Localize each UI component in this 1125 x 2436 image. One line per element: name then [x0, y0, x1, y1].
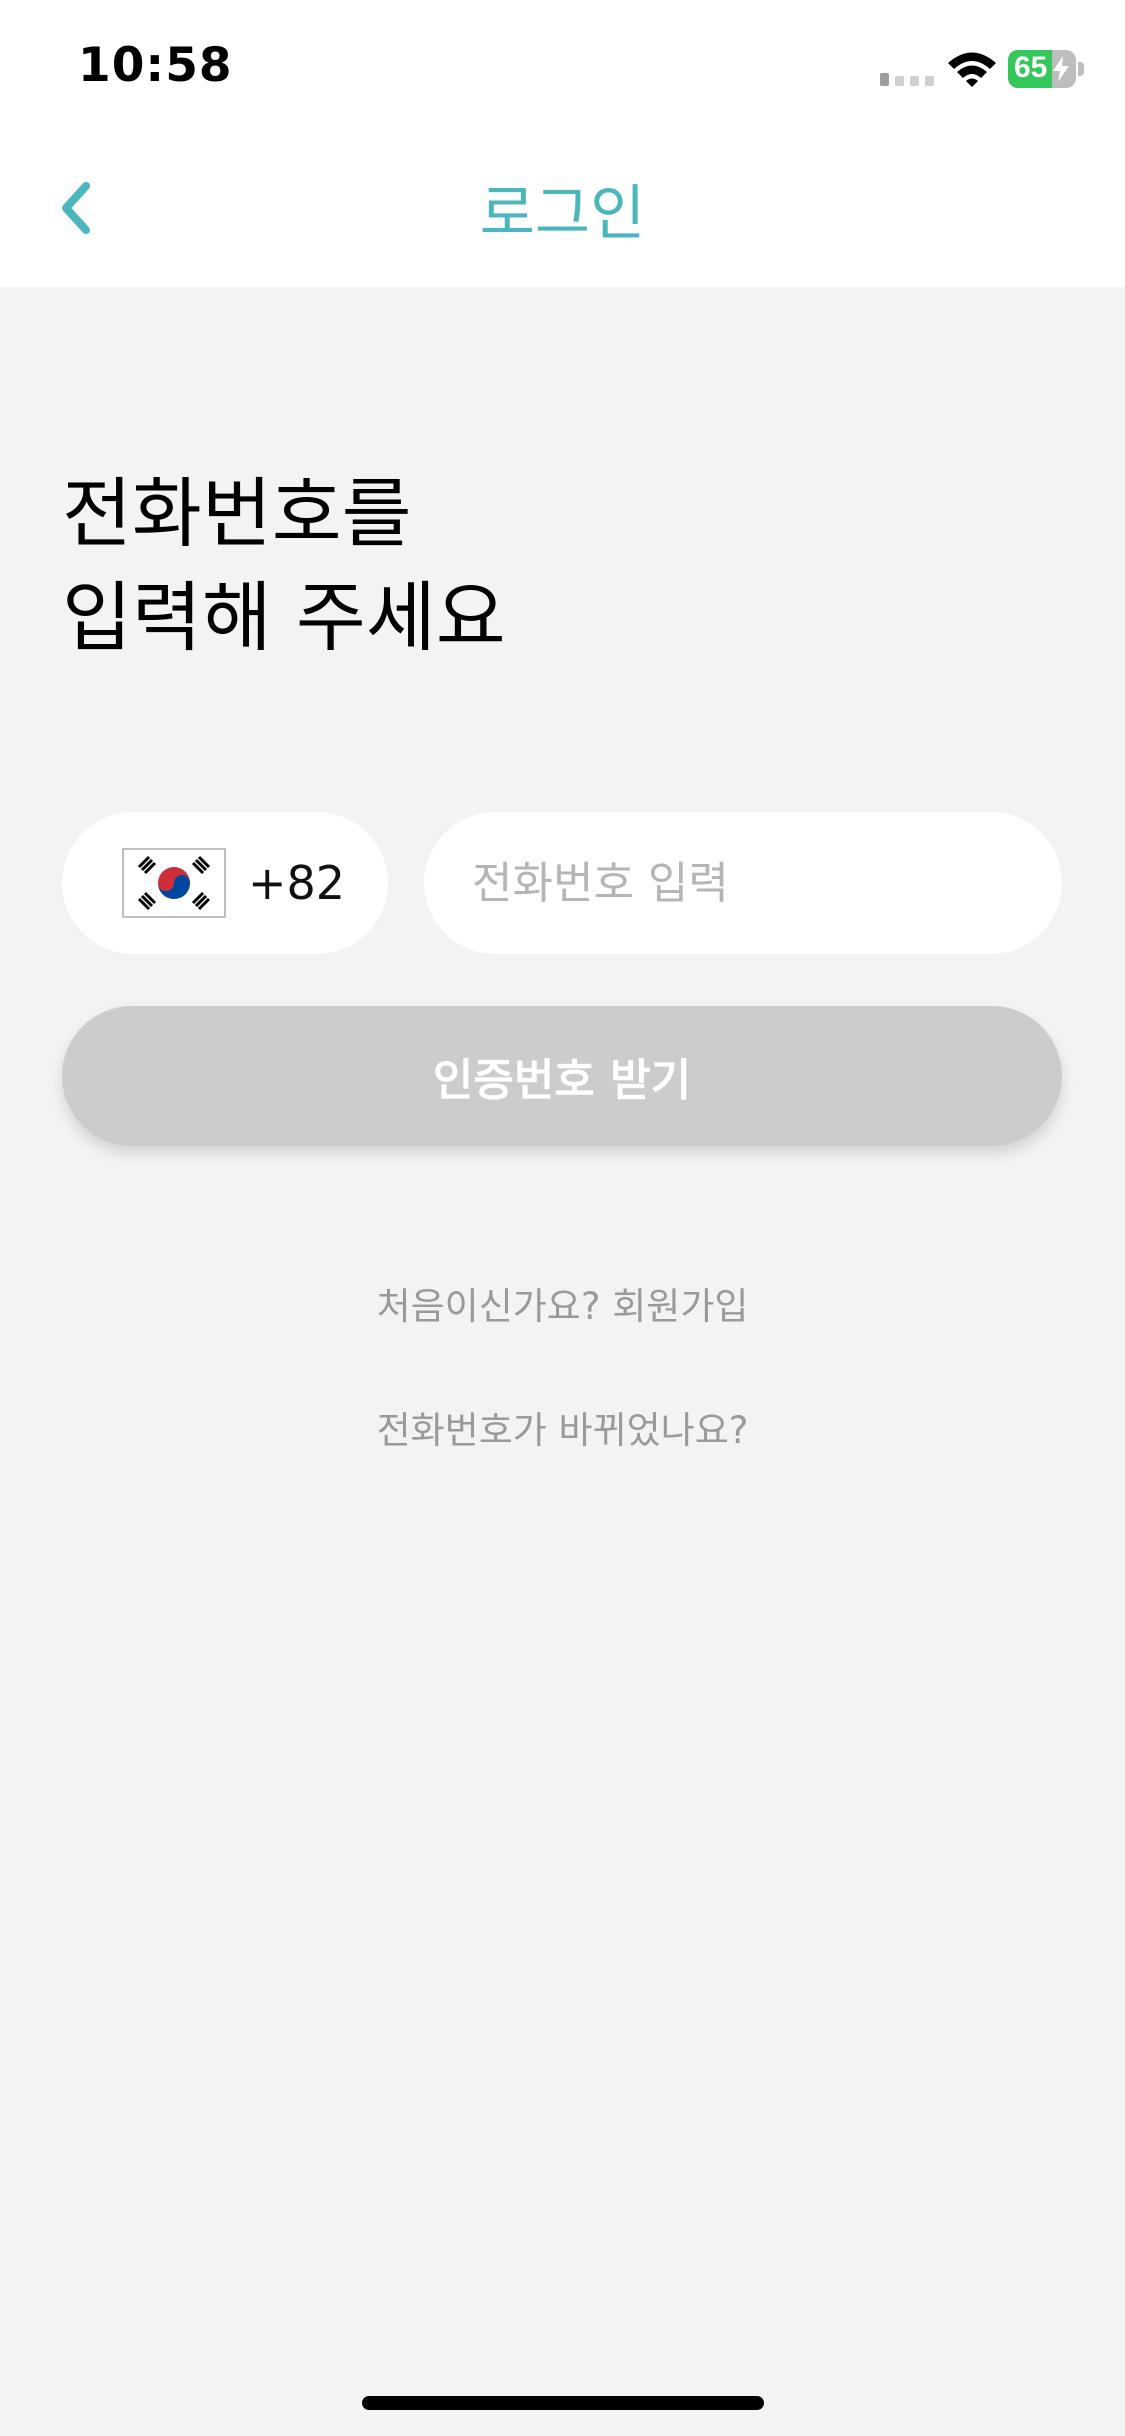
battery-cap — [1078, 62, 1084, 76]
charging-bolt-icon — [1053, 56, 1069, 82]
heading-line-1: 전화번호를 — [62, 469, 412, 558]
phone-number-input[interactable] — [472, 812, 1032, 954]
status-time: 10:58 — [78, 38, 233, 93]
flag-graphic — [137, 855, 211, 911]
country-code-selector[interactable]: +82 — [62, 812, 388, 954]
dial-code: +82 — [248, 856, 346, 910]
cellular-signal-icon — [880, 73, 934, 86]
page-title: 로그인 — [479, 179, 646, 249]
heading-line-2: 입력해 주세요 — [62, 573, 506, 662]
home-indicator — [362, 2396, 764, 2410]
phone-number-field[interactable] — [424, 812, 1062, 954]
phone-changed-link[interactable]: 전화번호가 바뀌었나요? — [0, 1400, 1125, 1454]
signup-link[interactable]: 처음이신가요? 회원가입 — [0, 1276, 1125, 1330]
instruction-heading: 전화번호를 입력해 주세요 — [62, 462, 506, 670]
south-korea-flag-icon — [122, 848, 226, 918]
battery-icon: 65 — [1008, 50, 1084, 88]
header: 10:58 65 로그인 — [0, 0, 1125, 287]
request-verification-button[interactable]: 인증번호 받기 — [62, 1006, 1062, 1146]
battery-body: 65 — [1008, 50, 1076, 88]
battery-level-text: 65 — [1014, 51, 1048, 84]
wifi-icon — [948, 52, 996, 87]
